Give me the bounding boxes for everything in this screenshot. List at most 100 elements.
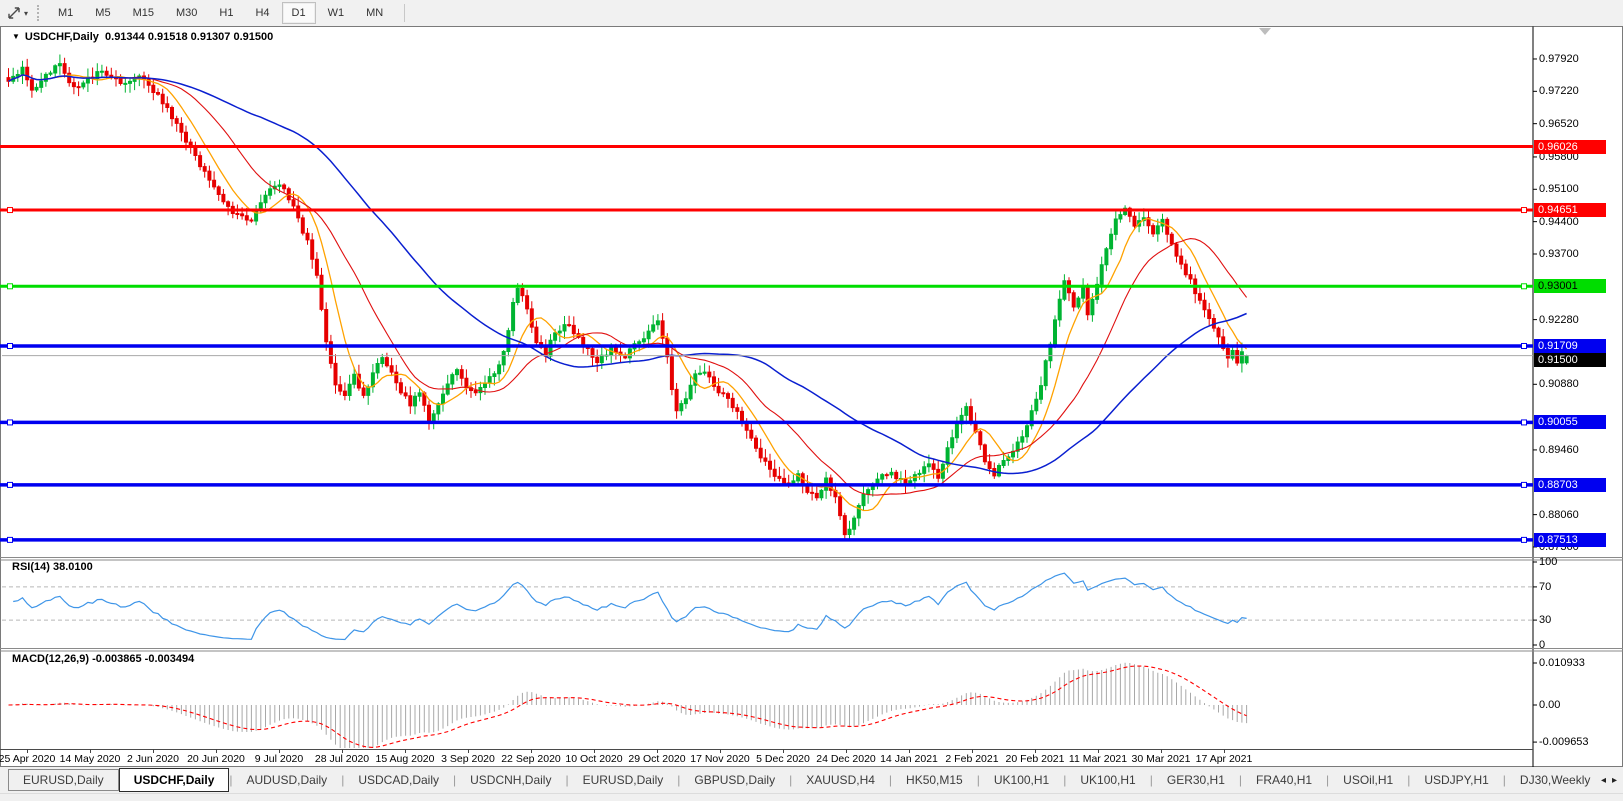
date-label: 24 Dec 2020 bbox=[816, 753, 876, 765]
timeframe-button-m1[interactable]: M1 bbox=[48, 2, 83, 24]
tab-usdjpy-h1[interactable]: USDJPY,H1 bbox=[1410, 770, 1502, 790]
timeframe-button-w1[interactable]: W1 bbox=[318, 2, 355, 24]
tabs-scroll-left-icon[interactable]: ◂ bbox=[1601, 775, 1606, 786]
macd-axis-tick: 0.00 bbox=[1539, 699, 1560, 711]
line-handle[interactable] bbox=[8, 284, 13, 289]
timeframe-button-d1[interactable]: D1 bbox=[282, 2, 316, 24]
timeframe-button-m5[interactable]: M5 bbox=[85, 2, 120, 24]
line-handle[interactable] bbox=[8, 208, 13, 213]
tab-usoil-h1[interactable]: USOil,H1 bbox=[1329, 770, 1407, 790]
hline-price-label[interactable]: 0.94651 bbox=[1534, 203, 1606, 217]
date-tick-mark bbox=[342, 749, 343, 753]
timeframe-button-m15[interactable]: M15 bbox=[123, 2, 164, 24]
date-label: 20 Feb 2021 bbox=[1006, 753, 1065, 765]
chart-tabbar: EURUSD,DailyUSDCHF,Daily|AUDUSD,Daily|US… bbox=[0, 767, 1623, 793]
tab-xauusd-h4[interactable]: XAUUSD,H4 bbox=[792, 770, 889, 790]
line-handle[interactable] bbox=[1522, 482, 1527, 487]
date-label: 2 Feb 2021 bbox=[945, 753, 998, 765]
tab-uk100-h1[interactable]: UK100,H1 bbox=[1066, 770, 1149, 790]
date-label: 17 Apr 2021 bbox=[1196, 753, 1253, 765]
line-handle[interactable] bbox=[1522, 284, 1527, 289]
date-label: 28 Jul 2020 bbox=[315, 753, 369, 765]
rsi-axis-tick: 100 bbox=[1539, 556, 1557, 568]
date-label: 14 Jan 2021 bbox=[880, 753, 938, 765]
macd-axis-tick: -0.009653 bbox=[1539, 736, 1589, 748]
date-tick-mark bbox=[783, 749, 784, 753]
tab-usdchf-daily[interactable]: USDCHF,Daily bbox=[119, 768, 230, 792]
rsi-axis-tick: 30 bbox=[1539, 614, 1551, 626]
price-axis-tick: 0.97220 bbox=[1539, 85, 1579, 97]
line-handle[interactable] bbox=[8, 343, 13, 348]
chart-shift-marker-icon[interactable] bbox=[1259, 28, 1271, 35]
tab-audusd-daily[interactable]: AUDUSD,Daily bbox=[233, 770, 342, 790]
date-label: 9 Jul 2020 bbox=[255, 753, 303, 765]
date-tick-mark bbox=[594, 749, 595, 753]
chart-title: ▼ USDCHF,Daily 0.91344 0.91518 0.91307 0.… bbox=[12, 31, 273, 43]
line-handle[interactable] bbox=[8, 537, 13, 542]
tab-gbpusd-daily[interactable]: GBPUSD,Daily bbox=[680, 770, 789, 790]
date-tick-mark bbox=[279, 749, 280, 753]
price-axis-tick: 0.95100 bbox=[1539, 183, 1579, 195]
hline-price-label[interactable]: 0.91709 bbox=[1534, 339, 1606, 353]
hline-price-label[interactable]: 0.93001 bbox=[1534, 279, 1606, 293]
line-handle[interactable] bbox=[8, 482, 13, 487]
hline-price-label[interactable]: 0.96026 bbox=[1534, 140, 1606, 154]
tab-eurusd-daily[interactable]: EURUSD,Daily bbox=[569, 770, 678, 790]
date-label: 14 May 2020 bbox=[60, 753, 121, 765]
date-tick-mark bbox=[405, 749, 406, 753]
collapse-triangle-icon[interactable]: ▼ bbox=[12, 32, 20, 41]
date-label: 11 Mar 2021 bbox=[1069, 753, 1127, 765]
tab-uk100-h1[interactable]: UK100,H1 bbox=[980, 770, 1063, 790]
line-handle[interactable] bbox=[8, 420, 13, 425]
date-label: 17 Nov 2020 bbox=[690, 753, 750, 765]
chart-ohlc-values: 0.91344 0.91518 0.91307 0.91500 bbox=[105, 31, 273, 43]
tabs-scroll-right-icon[interactable]: ▸ bbox=[1612, 775, 1617, 786]
tab-fra40-h1[interactable]: FRA40,H1 bbox=[1242, 770, 1326, 790]
crosshair-tool-button[interactable]: ▾ bbox=[3, 2, 31, 24]
rsi-label: RSI(14) 38.0100 bbox=[12, 561, 93, 573]
date-tick-mark bbox=[972, 749, 973, 753]
tab-usdcad-daily[interactable]: USDCAD,Daily bbox=[344, 770, 453, 790]
date-label: 15 Aug 2020 bbox=[376, 753, 435, 765]
date-tick-mark bbox=[1035, 749, 1036, 753]
date-label: 30 Mar 2021 bbox=[1132, 753, 1191, 765]
hline-price-label[interactable]: 0.90055 bbox=[1534, 415, 1606, 429]
price-axis-tick: 0.88060 bbox=[1539, 509, 1579, 521]
date-label: 20 Jun 2020 bbox=[187, 753, 245, 765]
macd-label: MACD(12,26,9) -0.003865 -0.003494 bbox=[12, 653, 194, 665]
chart-symbol-label: USDCHF,Daily bbox=[25, 31, 99, 43]
date-tick-mark bbox=[153, 749, 154, 753]
date-tick-mark bbox=[1098, 749, 1099, 753]
date-label: 5 Dec 2020 bbox=[756, 753, 810, 765]
hline-price-label[interactable]: 0.88703 bbox=[1534, 478, 1606, 492]
date-tick-mark bbox=[846, 749, 847, 753]
chevron-down-icon[interactable]: ▾ bbox=[24, 9, 28, 18]
price-axis-tick: 0.93700 bbox=[1539, 248, 1579, 260]
timeframe-group: M1M5M15M30H1H4D1W1MN bbox=[47, 0, 394, 26]
line-handle[interactable] bbox=[1522, 420, 1527, 425]
chart-window-border bbox=[1, 27, 1623, 767]
price-chart[interactable] bbox=[0, 26, 1623, 768]
price-axis-tick: 0.96520 bbox=[1539, 118, 1579, 130]
tab-hk50-m15[interactable]: HK50,M15 bbox=[892, 770, 977, 790]
macd-axis-tick: 0.010933 bbox=[1539, 657, 1585, 669]
tab-ger30-h1[interactable]: GER30,H1 bbox=[1153, 770, 1239, 790]
timeframe-button-mn[interactable]: MN bbox=[356, 2, 393, 24]
timeframe-button-h1[interactable]: H1 bbox=[209, 2, 243, 24]
date-label: 10 Oct 2020 bbox=[565, 753, 622, 765]
tab-eurusd-daily[interactable]: EURUSD,Daily bbox=[8, 769, 119, 791]
timeframe-button-m30[interactable]: M30 bbox=[166, 2, 207, 24]
toolbar: ▾ M1M5M15M30H1H4D1W1MN bbox=[0, 0, 1623, 26]
tab-dj30-weekly[interactable]: DJ30,Weekly bbox=[1506, 770, 1595, 790]
tab-usdcnh-daily[interactable]: USDCNH,Daily bbox=[456, 770, 565, 790]
line-handle[interactable] bbox=[1522, 208, 1527, 213]
date-tick-mark bbox=[90, 749, 91, 753]
timeframe-button-h4[interactable]: H4 bbox=[245, 2, 279, 24]
date-tick-mark bbox=[657, 749, 658, 753]
tab-scroll-arrows: ◂ ▸ bbox=[1595, 775, 1623, 786]
hline-price-label[interactable]: 0.87513 bbox=[1534, 533, 1606, 547]
date-label: 22 Sep 2020 bbox=[501, 753, 561, 765]
date-tick-mark bbox=[27, 749, 28, 753]
line-handle[interactable] bbox=[1522, 537, 1527, 542]
line-handle[interactable] bbox=[1522, 343, 1527, 348]
